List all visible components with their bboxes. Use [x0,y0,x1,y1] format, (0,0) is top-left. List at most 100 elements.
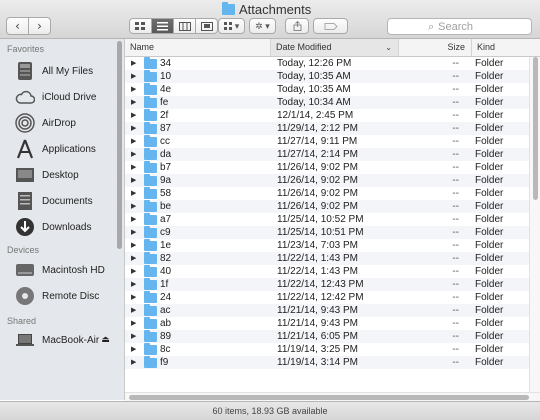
column-header-date-modified[interactable]: Date Modified ⌄ [270,39,398,56]
sidebar-item-macintosh-hd[interactable]: Macintosh HD [14,258,105,282]
disclosure-triangle-icon[interactable]: ▶ [131,161,136,174]
date-modified: 11/22/14, 12:43 PM [277,279,364,290]
table-row[interactable]: ▶ da 11/27/14, 2:14 PM -- Folder [125,148,529,161]
list-view-button[interactable] [151,18,174,34]
file-kind: Folder [475,188,504,199]
arrange-button[interactable]: ▾ [218,18,245,34]
sidebar-scrollbar[interactable] [117,41,122,249]
disclosure-triangle-icon[interactable]: ▶ [131,57,136,70]
disclosure-triangle-icon[interactable]: ▶ [131,304,136,317]
table-row[interactable]: ▶ 2f 12/1/14, 2:45 PM -- Folder [125,109,529,122]
table-row[interactable]: ▶ ab 11/21/14, 9:43 PM -- Folder [125,317,529,330]
icon-view-button[interactable] [129,18,152,34]
disclosure-triangle-icon[interactable]: ▶ [131,187,136,200]
disclosure-triangle-icon[interactable]: ▶ [131,135,136,148]
file-size: -- [452,123,459,134]
file-kind: Folder [475,162,504,173]
applications-icon [14,138,36,160]
table-row[interactable]: ▶ 1e 11/23/14, 7:03 PM -- Folder [125,239,529,252]
table-row[interactable]: ▶ b7 11/26/14, 9:02 PM -- Folder [125,161,529,174]
vertical-scrollbar-thumb[interactable] [533,57,538,200]
file-size: -- [452,253,459,264]
folder-icon [144,148,157,160]
search-field[interactable]: ⌕ Search [387,18,532,35]
table-row[interactable]: ▶ 10 Today, 10:35 AM -- Folder [125,70,529,83]
disclosure-triangle-icon[interactable]: ▶ [131,252,136,265]
disclosure-triangle-icon[interactable]: ▶ [131,265,136,278]
horizontal-scrollbar-thumb[interactable] [129,395,529,400]
sidebar-item-all-my-files[interactable]: All My Files [14,59,93,83]
file-name: 89 [160,331,172,342]
table-row[interactable]: ▶ 89 11/21/14, 6:05 PM -- Folder [125,330,529,343]
column-header-name[interactable]: Name [125,39,270,56]
file-kind: Folder [475,344,504,355]
disclosure-triangle-icon[interactable]: ▶ [131,278,136,291]
sidebar: Favorites All My Files iCloud Drive AirD… [0,39,125,400]
table-row[interactable]: ▶ cc 11/27/14, 9:11 PM -- Folder [125,135,529,148]
sidebar-heading-favorites: Favorites [7,44,45,54]
date-modified: 11/19/14, 3:25 PM [277,344,358,355]
date-modified: 11/26/14, 9:02 PM [277,162,358,173]
list-view-icon [157,21,168,30]
back-button[interactable]: ‹ [6,17,29,35]
sidebar-item-remote-disc[interactable]: Remote Disc [14,284,99,308]
table-row[interactable]: ▶ fe Today, 10:34 AM -- Folder [125,96,529,109]
sidebar-item-macbook-air[interactable]: MacBook-Air ⏏ [14,328,110,352]
table-row[interactable]: ▶ 58 11/26/14, 9:02 PM -- Folder [125,187,529,200]
action-button[interactable]: ✲ ▾ [249,18,276,34]
disclosure-triangle-icon[interactable]: ▶ [131,330,136,343]
sidebar-item-label: iCloud Drive [42,91,97,103]
disclosure-triangle-icon[interactable]: ▶ [131,200,136,213]
table-row[interactable]: ▶ c9 11/25/14, 10:51 PM -- Folder [125,226,529,239]
disclosure-triangle-icon[interactable]: ▶ [131,96,136,109]
gear-icon: ✲ ▾ [255,20,270,31]
table-row[interactable]: ▶ 1f 11/22/14, 12:43 PM -- Folder [125,278,529,291]
vertical-scrollbar[interactable] [529,57,540,392]
table-row[interactable]: ▶ 8c 11/19/14, 3:25 PM -- Folder [125,343,529,356]
disclosure-triangle-icon[interactable]: ▶ [131,317,136,330]
column-view-button[interactable] [173,18,196,34]
file-name: 82 [160,253,172,264]
column-header-kind[interactable]: Kind [471,39,540,56]
cover-flow-button[interactable] [195,18,218,34]
table-row[interactable]: ▶ 24 11/22/14, 12:42 PM -- Folder [125,291,529,304]
forward-button[interactable]: › [29,17,51,35]
file-size: -- [452,84,459,95]
disclosure-triangle-icon[interactable]: ▶ [131,356,136,369]
folder-icon [222,2,235,15]
disclosure-triangle-icon[interactable]: ▶ [131,343,136,356]
sidebar-item-applications[interactable]: Applications [14,137,96,161]
table-row[interactable]: ▶ 87 11/29/14, 2:12 PM -- Folder [125,122,529,135]
share-button[interactable] [285,18,309,34]
sidebar-item-icloud-drive[interactable]: iCloud Drive [14,85,96,109]
sidebar-item-desktop[interactable]: Desktop [14,163,79,187]
disclosure-triangle-icon[interactable]: ▶ [131,174,136,187]
column-header-size[interactable]: Size [398,39,471,56]
disclosure-triangle-icon[interactable]: ▶ [131,226,136,239]
file-list: ▶ 34 Today, 12:26 PM -- Folder ▶ 10 Today, 10:3… [125,57,529,390]
table-row[interactable]: ▶ a7 11/25/14, 10:52 PM -- Folder [125,213,529,226]
sidebar-item-downloads[interactable]: Downloads [14,215,91,239]
disclosure-triangle-icon[interactable]: ▶ [131,70,136,83]
sidebar-item-airdrop[interactable]: AirDrop [14,111,76,135]
table-row[interactable]: ▶ 34 Today, 12:26 PM -- Folder [125,57,529,70]
table-row[interactable]: ▶ 9a 11/26/14, 9:02 PM -- Folder [125,174,529,187]
search-placeholder: Search [438,20,474,33]
disclosure-triangle-icon[interactable]: ▶ [131,109,136,122]
table-row[interactable]: ▶ 40 11/22/14, 1:43 PM -- Folder [125,265,529,278]
table-row[interactable]: ▶ f9 11/19/14, 3:14 PM -- Folder [125,356,529,369]
disclosure-triangle-icon[interactable]: ▶ [131,148,136,161]
disclosure-triangle-icon[interactable]: ▶ [131,213,136,226]
table-row[interactable]: ▶ be 11/26/14, 9:02 PM -- Folder [125,200,529,213]
disclosure-triangle-icon[interactable]: ▶ [131,239,136,252]
eject-icon[interactable]: ⏏ [101,335,110,345]
edit-tags-button[interactable] [313,18,348,34]
disclosure-triangle-icon[interactable]: ▶ [131,122,136,135]
sidebar-item-label: Applications [42,143,96,155]
table-row[interactable]: ▶ 4e Today, 10:35 AM -- Folder [125,83,529,96]
table-row[interactable]: ▶ ac 11/21/14, 9:43 PM -- Folder [125,304,529,317]
table-row[interactable]: ▶ 82 11/22/14, 1:43 PM -- Folder [125,252,529,265]
sidebar-item-documents[interactable]: Documents [14,189,93,213]
disclosure-triangle-icon[interactable]: ▶ [131,291,136,304]
disclosure-triangle-icon[interactable]: ▶ [131,83,136,96]
